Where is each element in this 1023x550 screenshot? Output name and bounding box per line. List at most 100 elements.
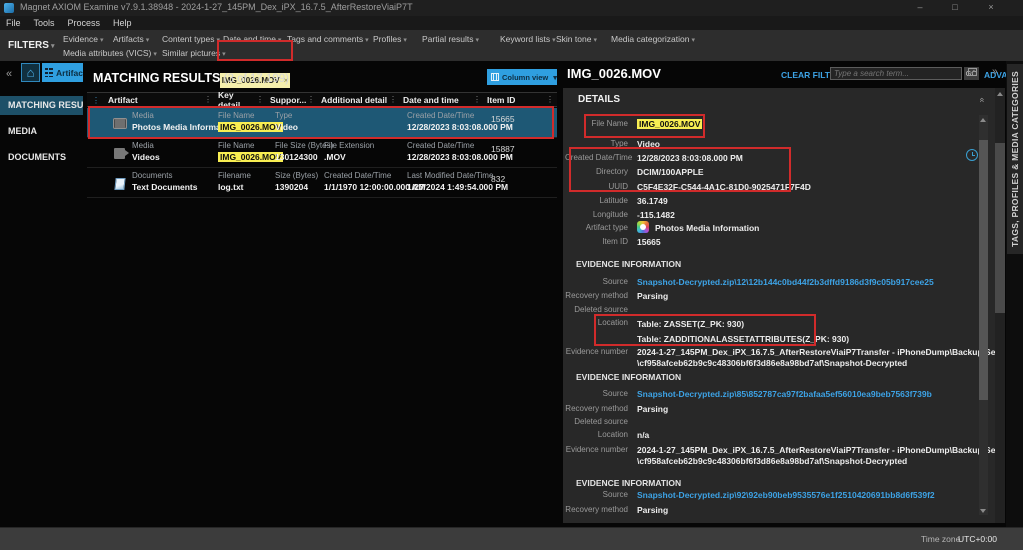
column-menu-icon[interactable]: ⋮ bbox=[546, 95, 554, 104]
grip-column-header[interactable]: ⋮ bbox=[87, 92, 105, 107]
panel-scrollbar-thumb[interactable] bbox=[995, 143, 1005, 313]
column-menu-icon[interactable]: ⋮ bbox=[204, 95, 212, 104]
chevron-down-icon: ▾ bbox=[216, 37, 220, 44]
evidence-section-title: EVIDENCE INFORMATION bbox=[576, 372, 681, 382]
chevron-down-icon: ▾ bbox=[365, 37, 369, 44]
menu-help[interactable]: Help bbox=[113, 18, 132, 28]
menu-file[interactable]: File bbox=[6, 18, 21, 28]
chevron-down-icon: ▾ bbox=[403, 37, 407, 44]
home-icon: ⌂ bbox=[27, 65, 35, 80]
table-row[interactable]: MediaPhotos Media Information File NameI… bbox=[87, 108, 557, 138]
filter-date-time[interactable]: Date and time▾ bbox=[223, 34, 281, 44]
title-bar: Magnet AXIOM Examine v7.9.1.38948 - 2024… bbox=[0, 0, 1023, 16]
sidebar-item-matching-results[interactable]: MATCHING RESULTS bbox=[0, 96, 83, 115]
details-panel-title: IMG_0026.MOV bbox=[567, 66, 661, 81]
video-artifact-icon bbox=[114, 148, 125, 159]
results-heading: MATCHING RESULTS (3 of 17,199) bbox=[93, 71, 289, 85]
chevron-down-icon: ▾ bbox=[278, 37, 282, 44]
sidebar-item-media[interactable]: MEDIA bbox=[0, 122, 83, 141]
filter-artifacts[interactable]: Artifacts▾ bbox=[113, 34, 149, 44]
chevron-down-icon: ▾ bbox=[691, 37, 695, 44]
filter-skin-tone[interactable]: Skin tone▾ bbox=[556, 34, 597, 44]
minimize-button[interactable]: – bbox=[912, 0, 928, 15]
close-button[interactable]: × bbox=[983, 0, 999, 15]
window-title: Magnet AXIOM Examine v7.9.1.38948 - 2024… bbox=[20, 2, 413, 12]
chevron-down-icon: ▾ bbox=[100, 37, 104, 44]
filter-partial-results[interactable]: Partial results▾ bbox=[422, 34, 479, 44]
photos-media-information-icon bbox=[637, 221, 649, 233]
chevron-down-icon: ▾ bbox=[476, 37, 480, 44]
filter-media-categorization[interactable]: Media categorization▾ bbox=[611, 34, 695, 44]
results-title: MATCHING RESULTS bbox=[93, 71, 220, 85]
expand-panel-icon[interactable]: » bbox=[992, 66, 998, 77]
column-menu-icon[interactable]: ⋮ bbox=[307, 95, 315, 104]
sidebar-item-documents[interactable]: DOCUMENTS bbox=[0, 148, 83, 167]
collapse-sidebar-icon[interactable]: « bbox=[6, 68, 12, 80]
filter-content-types[interactable]: Content types▾ bbox=[162, 34, 220, 44]
column-header-key-detail[interactable]: Key detail⋮ bbox=[215, 92, 267, 107]
chevron-down-icon: ▾ bbox=[222, 51, 226, 58]
filter-keyword-lists[interactable]: Keyword lists▾ bbox=[500, 34, 556, 44]
document-artifact-icon bbox=[114, 178, 125, 190]
details-card: DETAILS « File Name IMG_0026.MOV Type Vi… bbox=[563, 88, 1005, 523]
column-header-artifact[interactable]: Artifact⋮ bbox=[105, 92, 215, 107]
column-header-item-id[interactable]: Item ID⋮ bbox=[484, 92, 557, 107]
table-row[interactable]: DocumentsText Documents Filenamelog.txt … bbox=[87, 168, 557, 198]
file-name-value: IMG_0026.MOV bbox=[637, 119, 702, 129]
filter-media-attributes[interactable]: Media attributes (VICS)▾ bbox=[63, 48, 157, 58]
chevron-down-icon: ▾ bbox=[146, 37, 150, 44]
tags-profiles-media-categories-tab[interactable]: TAGS, PROFILES & MEDIA CATEGORIES bbox=[1007, 64, 1023, 254]
home-button[interactable]: ⌂ bbox=[21, 63, 40, 82]
evidence-section-title: EVIDENCE INFORMATION bbox=[576, 478, 681, 488]
column-menu-icon[interactable]: ⋮ bbox=[389, 95, 397, 104]
maximize-button[interactable]: □ bbox=[947, 0, 963, 15]
scroll-up-icon[interactable] bbox=[980, 118, 986, 122]
details-scrollbar-thumb[interactable] bbox=[979, 140, 988, 400]
evidence-section-title: EVIDENCE INFORMATION bbox=[576, 259, 681, 269]
column-header-supporting[interactable]: Suppor...⋮ bbox=[267, 92, 318, 107]
chevron-down-icon: ▾ bbox=[553, 73, 557, 82]
hierarchy-icon bbox=[45, 68, 53, 77]
source-link[interactable]: Snapshot-Decrypted.zip\85\852787ca97f2ba… bbox=[637, 389, 932, 399]
source-link[interactable]: Snapshot-Decrypted.zip\12\12b144c0bd44f2… bbox=[637, 277, 934, 287]
search-input[interactable] bbox=[830, 67, 962, 80]
filter-evidence[interactable]: Evidence▾ bbox=[63, 34, 103, 44]
filter-tags-comments[interactable]: Tags and comments▾ bbox=[287, 34, 369, 44]
clock-icon[interactable] bbox=[966, 149, 978, 161]
chevron-down-icon: ▾ bbox=[593, 37, 597, 44]
column-menu-icon[interactable]: ⋮ bbox=[473, 95, 481, 104]
source-link[interactable]: Snapshot-Decrypted.zip\92\92eb90beb95355… bbox=[637, 490, 935, 500]
search-hit-highlight: IMG_0026.MOV bbox=[218, 122, 283, 132]
search-hit-highlight: IMG_0026.MOV bbox=[218, 152, 283, 162]
grip-icon: ⋮ bbox=[92, 96, 100, 105]
details-section-title: DETAILS bbox=[578, 94, 620, 105]
search-hit-highlight: IMG_0026.MOV bbox=[637, 119, 702, 129]
app-logo-icon bbox=[4, 3, 14, 13]
columns-icon bbox=[491, 73, 499, 81]
axiom-examine-window: Magnet AXIOM Examine v7.9.1.38948 - 2024… bbox=[0, 0, 1023, 550]
collapse-section-icon[interactable]: « bbox=[978, 97, 988, 102]
status-bar: Time zone UTC+0:00 bbox=[0, 527, 1023, 550]
column-header-date-time[interactable]: Date and time⋮ bbox=[400, 92, 484, 107]
results-count: (3 of 17,199) bbox=[224, 73, 289, 85]
filter-similar-pictures[interactable]: Similar pictures▾ bbox=[162, 48, 226, 58]
filter-profiles[interactable]: Profiles▾ bbox=[373, 34, 407, 44]
chevron-down-icon: ▾ bbox=[51, 43, 55, 50]
column-view-button[interactable]: Column view ▾ bbox=[487, 69, 557, 85]
photos-artifact-icon bbox=[113, 118, 127, 129]
menu-tools[interactable]: Tools bbox=[34, 18, 55, 28]
timezone-label: Time zone bbox=[921, 534, 960, 544]
chevron-down-icon: ▾ bbox=[153, 51, 157, 58]
timezone-value[interactable]: UTC+0:00 bbox=[958, 534, 997, 544]
popout-icon[interactable] bbox=[968, 68, 977, 76]
scroll-down-icon[interactable] bbox=[980, 509, 986, 513]
menu-bar: File Tools Process Help bbox=[0, 16, 1023, 30]
table-row[interactable]: MediaVideos File NameIMG_0026.MOV File S… bbox=[87, 138, 557, 168]
artifacts-nav-button[interactable]: Artifacts bbox=[42, 63, 83, 82]
scroll-up-icon[interactable] bbox=[997, 92, 1003, 96]
column-header-additional[interactable]: Additional detail⋮ bbox=[318, 92, 400, 107]
menu-process[interactable]: Process bbox=[68, 18, 101, 28]
column-menu-icon[interactable]: ⋮ bbox=[256, 95, 264, 104]
filters-label[interactable]: FILTERS▾ bbox=[8, 40, 54, 51]
filter-bar: FILTERS▾ Evidence▾ Artifacts▾ Content ty… bbox=[0, 30, 1023, 61]
